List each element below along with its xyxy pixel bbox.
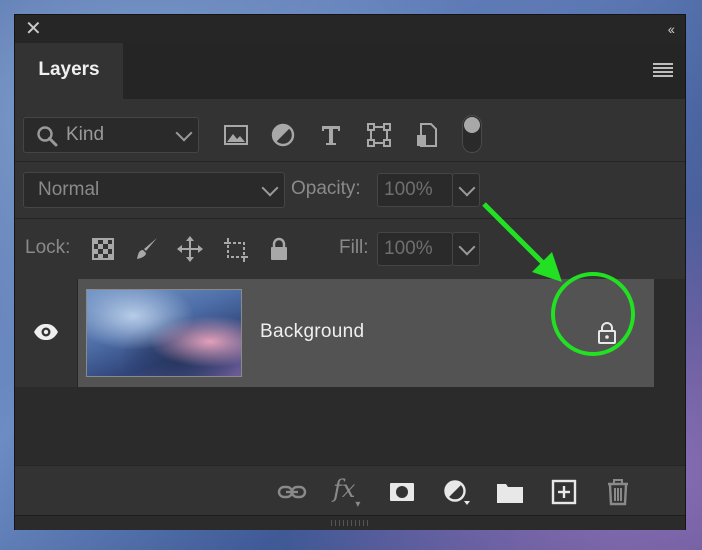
lock-position-icon[interactable] (176, 235, 204, 263)
layers-panel: ✕ ‹‹ Layers Kind Normal Opacity: 100% Lo… (14, 14, 686, 530)
chevron-down-icon (458, 238, 476, 256)
fill-value: 100% (384, 238, 433, 259)
opacity-label: Opacity: (291, 178, 361, 199)
opacity-dropdown-button[interactable] (452, 173, 480, 207)
fill-dropdown-button[interactable] (452, 232, 480, 266)
filter-kind-label: Kind (66, 124, 105, 145)
tab-layers[interactable]: Layers (15, 43, 123, 99)
layers-footer-toolbar: fx▾ (15, 465, 685, 516)
layer-row-background[interactable]: Background (78, 279, 654, 387)
panel-menu-icon[interactable] (653, 63, 673, 77)
lock-image-pixels-icon[interactable] (133, 235, 161, 263)
filter-toggle[interactable] (462, 115, 482, 153)
chevron-down-icon (175, 124, 193, 142)
type-filter-icon[interactable] (317, 121, 345, 149)
chevron-down-icon (261, 179, 279, 197)
lock-all-icon[interactable] (265, 235, 293, 263)
fill-label: Fill: (339, 237, 369, 258)
close-panel-button[interactable]: ✕ (25, 17, 42, 41)
layer-name: Background (260, 321, 365, 342)
layers-list: Background (15, 279, 685, 465)
lock-artboard-icon[interactable] (221, 235, 249, 263)
shape-filter-icon[interactable] (365, 121, 393, 149)
blend-mode-select[interactable]: Normal (23, 172, 285, 208)
collapse-panel-button[interactable]: ‹‹ (668, 18, 675, 40)
blend-mode-value: Normal (38, 179, 100, 200)
new-adjustment-icon[interactable] (441, 478, 471, 506)
filter-row: Kind (15, 99, 685, 162)
visibility-column (15, 279, 78, 387)
image-filter-icon[interactable] (222, 121, 250, 149)
fx-label: fx (333, 475, 356, 503)
smart-object-filter-icon[interactable] (413, 121, 441, 149)
adjustment-filter-icon[interactable] (269, 121, 297, 149)
new-layer-icon[interactable] (549, 478, 579, 506)
search-icon (37, 126, 58, 147)
fx-button[interactable]: fx▾ (333, 475, 363, 510)
filter-kind-select[interactable]: Kind (23, 117, 199, 153)
fx-dropdown-caret: ▾ (355, 499, 361, 510)
new-group-icon[interactable] (495, 478, 525, 506)
opacity-input[interactable]: 100% (377, 173, 453, 207)
toggle-knob (464, 117, 480, 133)
delete-layer-icon[interactable] (603, 478, 633, 506)
link-layers-icon[interactable] (277, 478, 307, 506)
lock-label: Lock: (25, 237, 71, 258)
layer-lock-icon[interactable] (596, 321, 618, 345)
opacity-value: 100% (384, 179, 433, 200)
lock-row: Lock: Fill: 100% (15, 219, 685, 280)
tab-row: Layers (15, 43, 685, 99)
eye-icon[interactable] (33, 323, 59, 341)
blend-row: Normal Opacity: 100% (15, 162, 685, 219)
panel-titlebar: ✕ ‹‹ (15, 15, 685, 43)
fill-input[interactable]: 100% (377, 232, 453, 266)
add-mask-icon[interactable] (387, 478, 417, 506)
chevron-down-icon (458, 179, 476, 197)
grip-icon (331, 520, 369, 526)
panel-resize-handle[interactable] (15, 515, 685, 530)
layer-thumbnail (86, 289, 242, 377)
lock-transparent-pixels-icon[interactable] (89, 235, 117, 263)
